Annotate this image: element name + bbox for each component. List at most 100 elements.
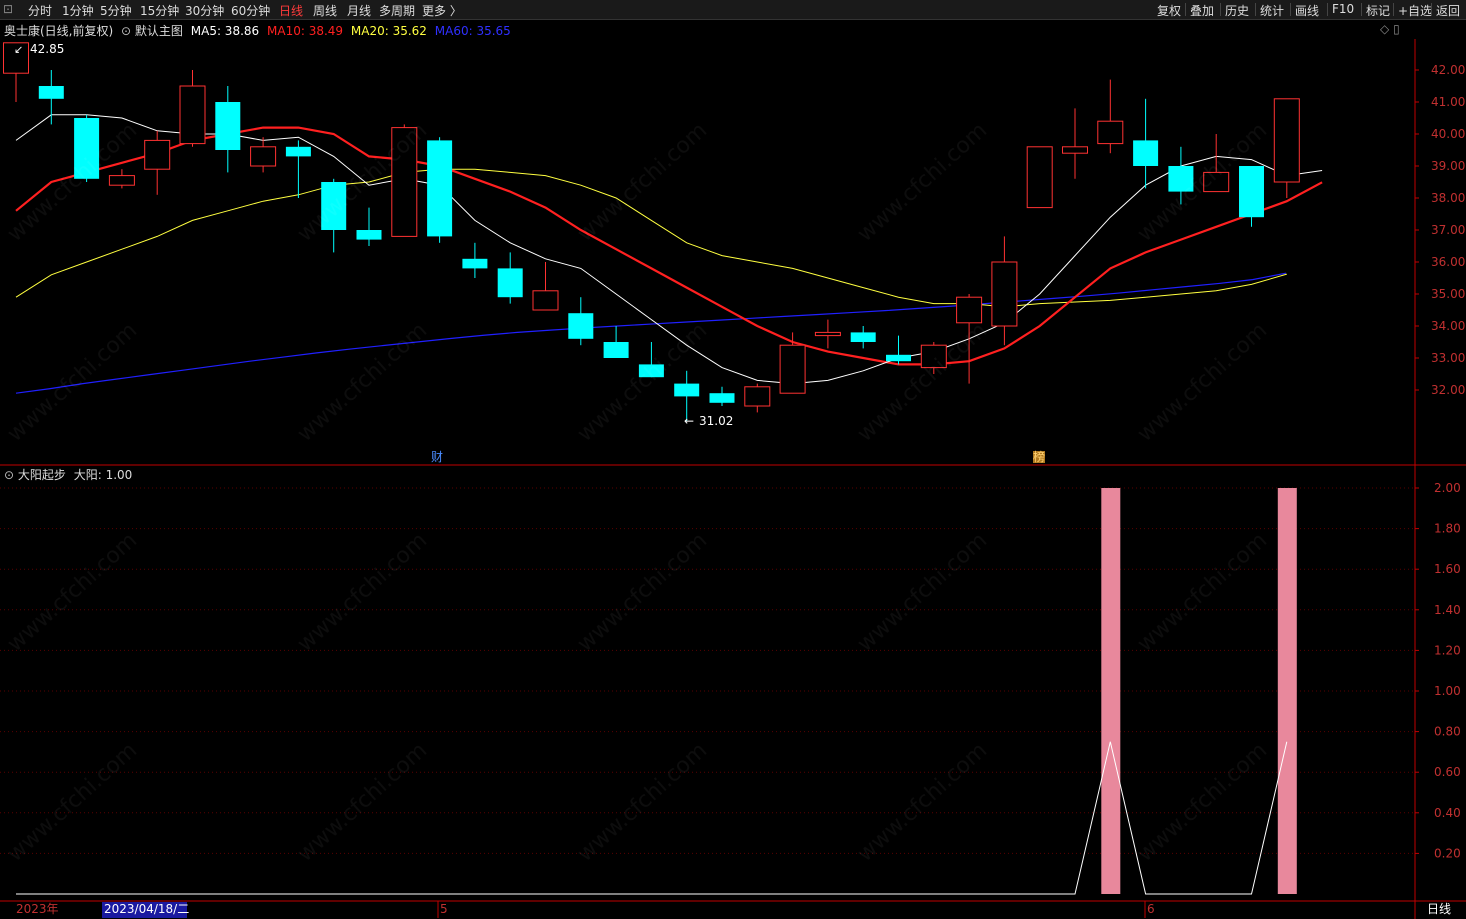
finance-marker: 财 [431, 450, 443, 464]
main-legend: 奥士康(日线,前复权) ⊙ 默认主图 MA5: 38.86 MA10: 38.4… [4, 22, 511, 39]
period-tab-5[interactable]: 60分钟 [231, 2, 270, 19]
indicator-tick-label: 0.40 [1434, 806, 1461, 820]
toolbar-separator [1361, 3, 1362, 16]
month-5-label: 5 [440, 902, 448, 916]
candle-body-up [108, 175, 135, 186]
low-arrow-icon: ← [684, 414, 694, 428]
candle-body-up [744, 386, 771, 407]
toolbar-separator [1393, 3, 1394, 16]
candle-body-up [250, 146, 277, 167]
indicator-tick-label: 0.60 [1434, 765, 1461, 779]
indicator-name-label[interactable]: 大阳起步 [18, 468, 66, 482]
candle-body-down [709, 393, 735, 403]
ma5-label: MA5: 38.86 [190, 24, 260, 38]
toolbar-button-0[interactable]: 复权 [1157, 2, 1181, 19]
indicator-value-label: 大阳: 1.00 [73, 468, 133, 482]
price-tick-label: 39.00 [1431, 159, 1465, 173]
candle-body-down [886, 354, 911, 362]
price-tick-label: 42.00 [1431, 63, 1465, 77]
candle-body-down [1133, 140, 1159, 166]
period-tab-7[interactable]: 周线 [313, 2, 337, 19]
period-tab-8[interactable]: 月线 [347, 2, 371, 19]
high-price-label: 42.85 [30, 42, 64, 56]
period-tab-6[interactable]: 日线 [279, 2, 303, 19]
candle-body-up [1026, 146, 1053, 209]
period-label: 日线 [1427, 902, 1451, 916]
year-label: 2023年 [16, 902, 59, 916]
toolbar-separator [1220, 3, 1221, 16]
price-tick-label: 37.00 [1431, 223, 1465, 237]
period-toolbar: ⊡ 分时 1分钟 5分钟 15分钟 30分钟 60分钟 日线 周线 月线 多周期 更多 〉 复权 叠加… [0, 0, 1466, 20]
diamond-icon[interactable]: ◇ [1380, 22, 1389, 36]
indicator-tick-label: 1.00 [1434, 684, 1461, 698]
indicator-dropdown-icon[interactable]: ⊙ [4, 468, 14, 482]
price-tick-label: 34.00 [1431, 319, 1465, 333]
month-6-label: 6 [1147, 902, 1155, 916]
candle-body-up [179, 85, 206, 145]
candle-body-up [991, 261, 1018, 327]
price-tick-label: 41.00 [1431, 95, 1465, 109]
ma60-label: MA60: 35.65 [434, 24, 511, 38]
toolbar-separator [1255, 3, 1256, 16]
toolbar-separator [1185, 3, 1186, 16]
indicator-tick-label: 2.00 [1434, 481, 1461, 495]
candle-body-down [356, 230, 382, 240]
period-tab-10[interactable]: 更多 〉 [422, 2, 462, 19]
period-tab-3[interactable]: 15分钟 [140, 2, 179, 19]
cursor-date-label: 2023/04/18/二 [104, 902, 189, 916]
toolbar-button-4[interactable]: 画线 [1295, 2, 1319, 19]
period-tab-2[interactable]: 5分钟 [100, 2, 132, 19]
collapse-icon[interactable]: ⊡ [3, 2, 13, 16]
ma20-label: MA20: 35.62 [350, 24, 427, 38]
template-label[interactable]: 默认主图 [135, 24, 183, 38]
indicator-tick-label: 1.20 [1434, 643, 1461, 657]
indicator-tick-label: 1.80 [1434, 522, 1461, 536]
price-tick-label: 35.00 [1431, 287, 1465, 301]
signal-bar [1101, 488, 1121, 894]
indicator-tick-label: 0.80 [1434, 725, 1461, 739]
indicator-tick-label: 1.60 [1434, 562, 1461, 576]
candle-body-down [285, 146, 311, 157]
indicator-tick-label: 1.40 [1434, 603, 1461, 617]
candle-body-up [814, 331, 841, 337]
rank-marker: 榜 [1033, 449, 1045, 464]
ma10-label: MA10: 38.49 [267, 24, 344, 38]
period-tab-9[interactable]: 多周期 [379, 2, 415, 19]
toolbar-button-2[interactable]: 历史 [1225, 2, 1249, 19]
price-tick-label: 40.00 [1431, 127, 1465, 141]
toolbar-button-8[interactable]: 返回 [1436, 2, 1460, 19]
candle-body-up [956, 296, 983, 324]
candle-body-up [1097, 120, 1124, 145]
price-tick-label: 36.00 [1431, 255, 1465, 269]
window-controls: ◇ ▯ [1380, 22, 1400, 36]
period-tab-0[interactable]: 分时 [28, 2, 52, 19]
toolbar-separator [1431, 3, 1432, 16]
candle-body-up [1062, 146, 1088, 154]
candle-body-down [427, 140, 453, 237]
signal-bar [1277, 488, 1297, 894]
indicator-line [16, 741, 1288, 895]
toolbar-button-6[interactable]: 标记 [1366, 2, 1390, 19]
candle-body-down [38, 86, 64, 99]
template-dropdown-icon[interactable]: ⊙ [121, 24, 131, 38]
candle-body-down [462, 258, 488, 269]
maximize-icon[interactable]: ▯ [1393, 22, 1400, 36]
period-tab-1[interactable]: 1分钟 [62, 2, 94, 19]
toolbar-button-3[interactable]: 统计 [1260, 2, 1284, 19]
candle-body-down [568, 313, 594, 339]
candle-body-down [603, 342, 629, 358]
toolbar-button-7[interactable]: +自选 [1398, 2, 1432, 19]
candle-body-up [779, 344, 806, 394]
toolbar-button-5[interactable]: F10 [1332, 2, 1354, 16]
toolbar-button-1[interactable]: 叠加 [1190, 2, 1214, 19]
price-tick-label: 38.00 [1431, 191, 1465, 205]
stock-name-label[interactable]: 奥士康(日线,前复权) [4, 24, 113, 38]
high-arrow-icon: ↙ [14, 43, 23, 56]
candle-body-down [674, 383, 700, 397]
candle-body-up [144, 139, 171, 170]
candle-body-down [850, 332, 876, 342]
period-tab-4[interactable]: 30分钟 [185, 2, 224, 19]
toolbar-separator [1327, 3, 1328, 16]
candle-body-up [532, 290, 559, 311]
price-tick-label: 33.00 [1431, 351, 1465, 365]
